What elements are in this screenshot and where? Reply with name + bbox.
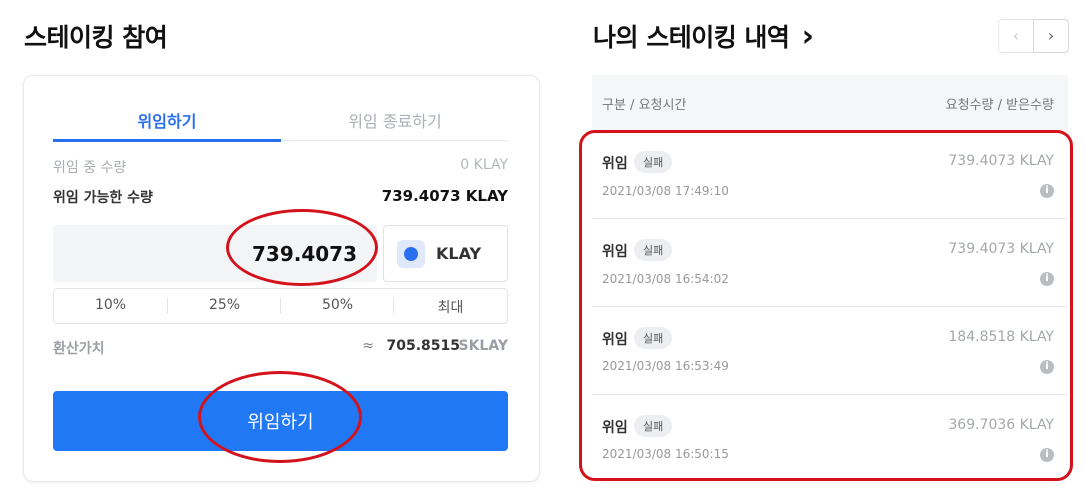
percent-10-button[interactable]: 10% <box>54 297 167 313</box>
header-type-time: 구분 / 요청시간 <box>602 98 687 113</box>
annotation-circle-button <box>198 371 362 463</box>
percent-max-button[interactable]: 최대 <box>394 297 507 317</box>
delegating-amount-label: 위임 중 수량 <box>53 160 127 176</box>
tab-delegate[interactable]: 위임하기 <box>53 108 281 132</box>
annotation-frame-history <box>579 130 1073 481</box>
prev-page-button[interactable]: ‹ <box>998 19 1034 53</box>
approx-symbol: ≈ <box>362 338 374 354</box>
header-amounts: 요청수량 / 받은수량 <box>945 98 1054 113</box>
available-amount-value: 739.4073 KLAY <box>381 187 508 205</box>
conversion-unit: SKLAY <box>458 338 509 354</box>
annotation-circle-amount <box>226 209 378 286</box>
delegating-amount-value: 0 KLAY <box>460 157 508 173</box>
tab-undelegate[interactable]: 위임 종료하기 <box>281 108 509 132</box>
history-title-text: 나의 스테이킹 내역 <box>593 23 790 52</box>
chevron-right-icon: › <box>801 19 814 54</box>
staking-title: 스테이킹 참여 <box>24 23 168 52</box>
conversion-label: 환산가치 <box>53 341 105 357</box>
percent-50-button[interactable]: 50% <box>281 297 394 313</box>
history-title[interactable]: 나의 스테이킹 내역 › <box>593 18 814 54</box>
available-amount-label: 위임 가능한 수량 <box>53 190 153 206</box>
next-page-button[interactable]: › <box>1033 19 1069 53</box>
token-label: KLAY <box>436 244 482 263</box>
percent-25-button[interactable]: 25% <box>168 297 281 313</box>
klaytn-icon <box>397 240 425 268</box>
conversion-value: 705.8515 <box>386 338 460 354</box>
active-tab-indicator <box>53 139 281 142</box>
